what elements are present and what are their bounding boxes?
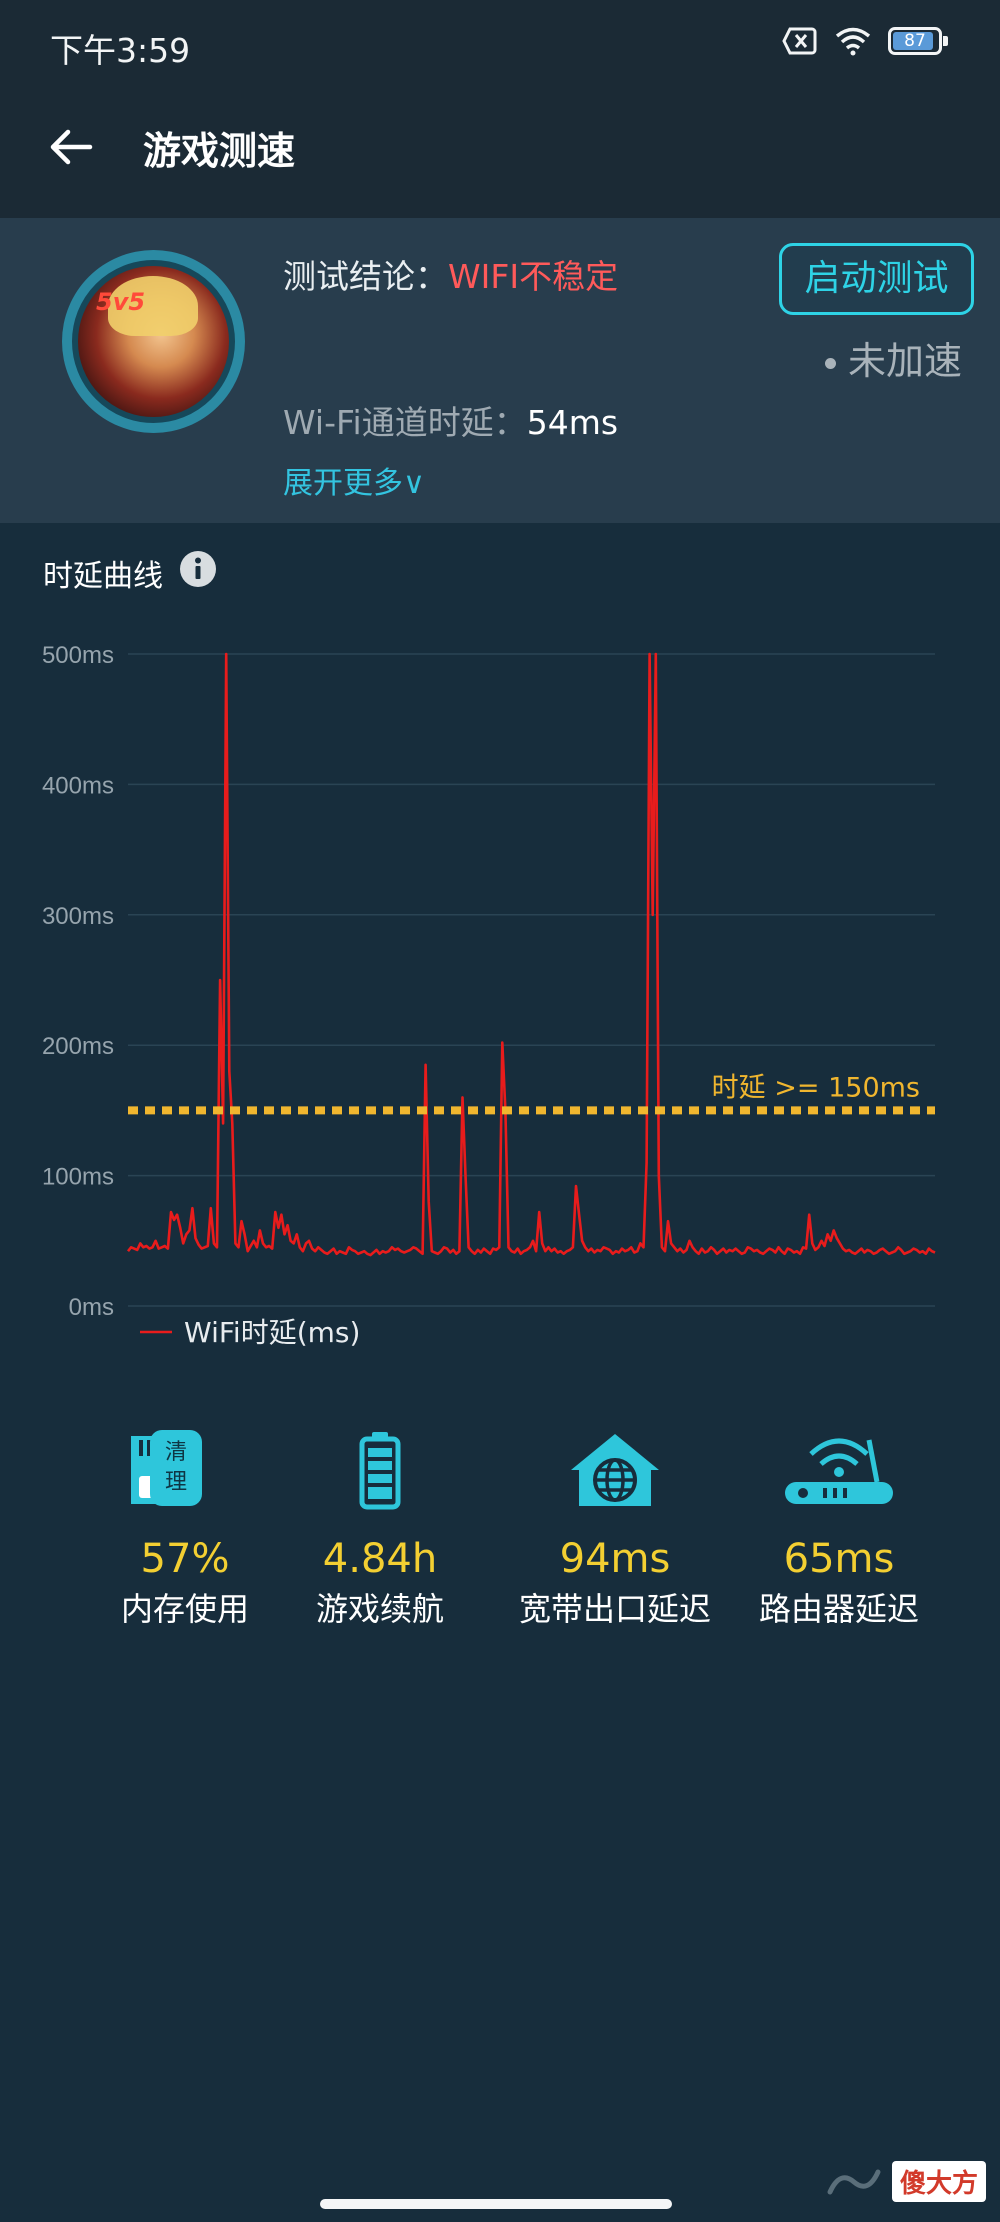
stat-battery-life: 4.84h 游戏续航 (255, 1425, 505, 1633)
y-tick-label: 0ms (69, 1294, 114, 1321)
home-indicator[interactable] (320, 2199, 672, 2209)
watermark-logo-icon (827, 2169, 881, 2194)
y-tick-label: 300ms (42, 903, 114, 930)
battery-life-value: 4.84h (322, 1536, 438, 1582)
y-tick-label: 400ms (42, 772, 114, 799)
router-latency-label: 路由器延迟 (758, 1590, 919, 1628)
broadband-latency-value: 94ms (559, 1536, 671, 1582)
battery-life-label: 游戏续航 (315, 1590, 444, 1628)
battery-icon: 87 (888, 27, 948, 55)
sim-off-icon (782, 27, 817, 55)
conclusion-label: 测试结论： (283, 257, 448, 296)
broadband-latency-label: 宽带出口延迟 (518, 1590, 711, 1628)
start-test-button[interactable]: 启动测试 (779, 243, 974, 315)
expand-more-link[interactable]: 展开更多∨ (283, 458, 425, 502)
status-icons: 87 (782, 26, 948, 56)
y-tick-label: 200ms (42, 1033, 114, 1060)
y-tick-label: 100ms (42, 1164, 114, 1191)
wifi-channel-latency: Wi-Fi通道时延：54ms (283, 396, 618, 444)
back-arrow-icon[interactable] (46, 122, 96, 172)
home-globe-icon (490, 1425, 740, 1515)
game-logo-icon: 5v5 (96, 288, 146, 316)
acceleration-status: 未加速 (824, 330, 962, 385)
acceleration-status-label: 未加速 (847, 339, 962, 383)
latency-value: 54ms (526, 403, 619, 442)
conclusion-value: WIFI不稳定 (448, 257, 619, 296)
status-dot-icon (824, 358, 836, 369)
page-title: 游戏测速 (143, 129, 296, 173)
game-avatar: 5v5 (62, 250, 245, 433)
test-conclusion: 测试结论：WIFI不稳定 (283, 250, 618, 298)
threshold-label: 时延 >= 150ms (712, 1072, 920, 1103)
stat-router-latency: 65ms 路由器延迟 (714, 1425, 964, 1633)
watermark-text: 傻大方 (891, 2161, 986, 2202)
legend-label: WiFi时延(ms) (184, 1316, 360, 1349)
y-tick-label: 500ms (42, 642, 114, 669)
status-time: 下午3:59 (50, 31, 191, 70)
router-latency-value: 65ms (783, 1536, 895, 1582)
stat-broadband-latency: 94ms 宽带出口延迟 (490, 1425, 740, 1633)
clean-button[interactable]: 清 理 (150, 1430, 202, 1506)
info-icon[interactable] (179, 550, 217, 588)
wifi-icon (835, 27, 871, 56)
series-line-wifi-latency (126, 652, 936, 1257)
latency-chart: 0ms 100ms 200ms 300ms 400ms 500ms 时延 >= 150ms W… (42, 642, 936, 1349)
router-icon (714, 1425, 964, 1515)
latency-curve-title: 时延曲线 (43, 559, 163, 594)
clean-button-label: 清 理 (164, 1440, 187, 1495)
latency-label: Wi-Fi通道时延： (283, 403, 527, 442)
battery-level-icon (255, 1425, 505, 1515)
battery-level: 87 (904, 31, 926, 51)
hero-portrait: 5v5 (72, 260, 235, 423)
watermark: 傻大方 (824, 2161, 986, 2202)
